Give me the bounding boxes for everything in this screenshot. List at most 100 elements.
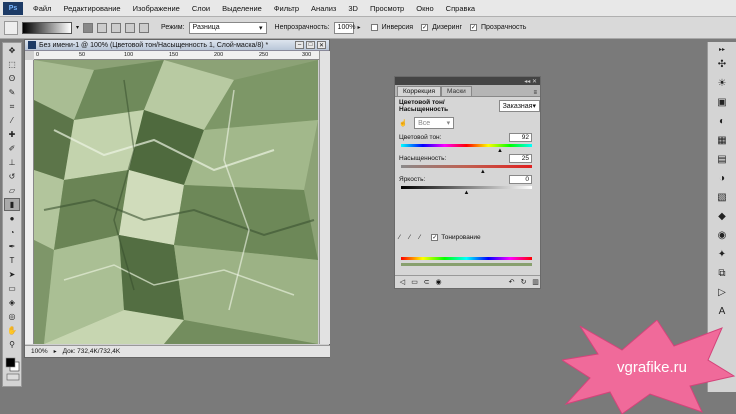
menu-help[interactable]: Справка (440, 4, 481, 13)
paths-icon[interactable]: ✦ (714, 246, 730, 262)
hue-input[interactable]: 92 (509, 133, 532, 142)
linear-gradient-button[interactable] (83, 22, 94, 33)
chevron-down-icon[interactable]: ▾ (76, 24, 79, 31)
inversion-checkbox[interactable] (370, 24, 378, 31)
menu-window[interactable]: Окно (410, 4, 439, 13)
menu-filter[interactable]: Фильтр (268, 4, 305, 13)
previous-state-icon[interactable]: ↶ (507, 278, 516, 287)
mode-select[interactable]: Разница ▾ (188, 21, 267, 34)
hue-slider[interactable] (401, 144, 532, 147)
channel-select[interactable]: Все ▾ (414, 117, 455, 129)
eyedropper-tool-icon[interactable]: ⁄ (4, 114, 20, 127)
masks-icon[interactable]: ▧ (714, 189, 730, 205)
preset-select[interactable]: Заказная ▾ (498, 100, 540, 112)
gradient-picker[interactable] (22, 21, 72, 34)
lightness-slider-thumb[interactable]: ▲ (464, 190, 470, 196)
visibility-eye-icon[interactable]: ◉ (434, 278, 443, 287)
dock-collapse-icon[interactable]: ▸▸ (714, 45, 730, 53)
eyedropper-plus-icon[interactable]: ⁄ (409, 234, 410, 241)
hand-tool-icon[interactable]: ✋ (4, 324, 20, 337)
actions-icon[interactable]: ▷ (714, 284, 730, 300)
gradient-tool-preset-button[interactable] (4, 20, 18, 35)
saturation-input[interactable]: 25 (509, 154, 532, 163)
zoom-tool-icon[interactable]: ⚲ (4, 338, 20, 351)
chevron-right-icon[interactable]: ▸ (358, 24, 361, 31)
swatches-icon[interactable]: ▦ (714, 132, 730, 148)
close-icon[interactable]: ✕ (317, 41, 326, 49)
move-tool-icon[interactable]: ✥ (4, 44, 20, 57)
layers-icon[interactable]: ◆ (714, 208, 730, 224)
target-adjust-icon[interactable]: ☝ (399, 119, 407, 127)
adjustments-icon[interactable]: ◑ (714, 170, 730, 186)
clip-layer-icon[interactable]: ⊂ (422, 278, 431, 287)
marquee-tool-icon[interactable]: ⬚ (4, 58, 20, 71)
colorize-checkbox[interactable]: ✓ (431, 234, 439, 241)
styles-icon[interactable]: ▤ (714, 151, 730, 167)
close-icon[interactable]: ✕ (532, 78, 537, 85)
chevron-right-icon[interactable]: ▸ (54, 348, 57, 355)
dither-label: Дизеринг (432, 24, 462, 31)
gradient-tool-icon[interactable]: ▮ (4, 198, 20, 211)
angle-gradient-button[interactable] (111, 22, 122, 33)
navigator-icon[interactable]: ▣ (714, 94, 730, 110)
dither-checkbox[interactable]: ✓ (421, 24, 429, 31)
tab-correction[interactable]: Коррекция (397, 86, 441, 96)
path-select-tool-icon[interactable]: ➤ (4, 268, 20, 281)
maximize-icon[interactable]: □ (306, 41, 315, 49)
image-canvas[interactable] (34, 60, 318, 344)
brush-tool-icon[interactable]: ✐ (4, 142, 20, 155)
transparency-checkbox[interactable]: ✓ (470, 24, 477, 31)
menu-layers[interactable]: Слои (186, 4, 216, 13)
crop-tool-icon[interactable]: ⌗ (4, 100, 20, 113)
diamond-gradient-button[interactable] (139, 22, 150, 33)
3d-orbit-tool-icon[interactable]: ◎ (4, 310, 20, 323)
collapse-icon[interactable]: ◂◂ (524, 78, 530, 85)
character-icon[interactable]: A (714, 303, 730, 319)
healing-brush-tool-icon[interactable]: ✚ (4, 128, 20, 141)
3d-rotate-tool-icon[interactable]: ◈ (4, 296, 20, 309)
opacity-input[interactable]: 100% (333, 21, 355, 34)
lasso-tool-icon[interactable]: ʘ (4, 72, 20, 85)
hue-slider-thumb[interactable]: ▲ (497, 148, 503, 154)
3d-panel-icon[interactable]: ✣ (714, 56, 730, 72)
return-icon[interactable]: ◁ (398, 278, 407, 287)
quick-select-tool-icon[interactable]: ✎ (4, 86, 20, 99)
expand-view-icon[interactable]: ▭ (410, 278, 419, 287)
menu-view[interactable]: Просмотр (364, 4, 410, 13)
menu-analysis[interactable]: Анализ (305, 4, 342, 13)
document-title-bar[interactable]: Без имени-1 @ 100% (Цветовой тон/Насыщен… (25, 40, 329, 51)
zoom-level[interactable]: 100% (31, 348, 48, 355)
shape-tool-icon[interactable]: ▭ (4, 282, 20, 295)
channels-icon[interactable]: ◉ (714, 227, 730, 243)
menu-select[interactable]: Выделение (216, 4, 268, 13)
menu-file[interactable]: Файл (27, 4, 57, 13)
history-icon[interactable]: ⧉ (714, 265, 730, 281)
lightness-input[interactable]: 0 (509, 175, 532, 184)
radial-gradient-button[interactable] (97, 22, 108, 33)
pen-tool-icon[interactable]: ✒ (4, 240, 20, 253)
reset-icon[interactable]: ↻ (519, 278, 528, 287)
reflected-gradient-button[interactable] (125, 22, 136, 33)
dodge-tool-icon[interactable]: ◔ (4, 226, 20, 239)
mini-bridge-icon[interactable]: ☀ (714, 75, 730, 91)
color-swatches[interactable] (5, 357, 21, 381)
history-brush-tool-icon[interactable]: ↺ (4, 170, 20, 183)
vertical-scrollbar[interactable] (319, 51, 330, 344)
menu-edit[interactable]: Редактирование (57, 4, 126, 13)
blur-tool-icon[interactable]: ● (4, 212, 20, 225)
color-panel-icon[interactable]: ◐ (714, 113, 730, 129)
saturation-slider[interactable] (401, 165, 532, 168)
type-tool-icon[interactable]: T (4, 254, 20, 267)
eraser-tool-icon[interactable]: ▱ (4, 184, 20, 197)
menu-image[interactable]: Изображение (127, 4, 186, 13)
lightness-slider[interactable] (401, 186, 532, 189)
eyedropper-minus-icon[interactable]: ⁄ (419, 234, 420, 241)
trash-icon[interactable]: ▥ (531, 278, 540, 287)
saturation-slider-thumb[interactable]: ▲ (480, 169, 486, 175)
clone-stamp-tool-icon[interactable]: ⊥ (4, 156, 20, 169)
tab-masks[interactable]: Маски (440, 86, 472, 96)
minimize-icon[interactable]: – (295, 41, 304, 49)
panel-menu-icon[interactable]: ≡ (533, 90, 540, 96)
menu-3d[interactable]: 3D (342, 4, 364, 13)
eyedropper-icon[interactable]: ⁄ (399, 234, 400, 241)
